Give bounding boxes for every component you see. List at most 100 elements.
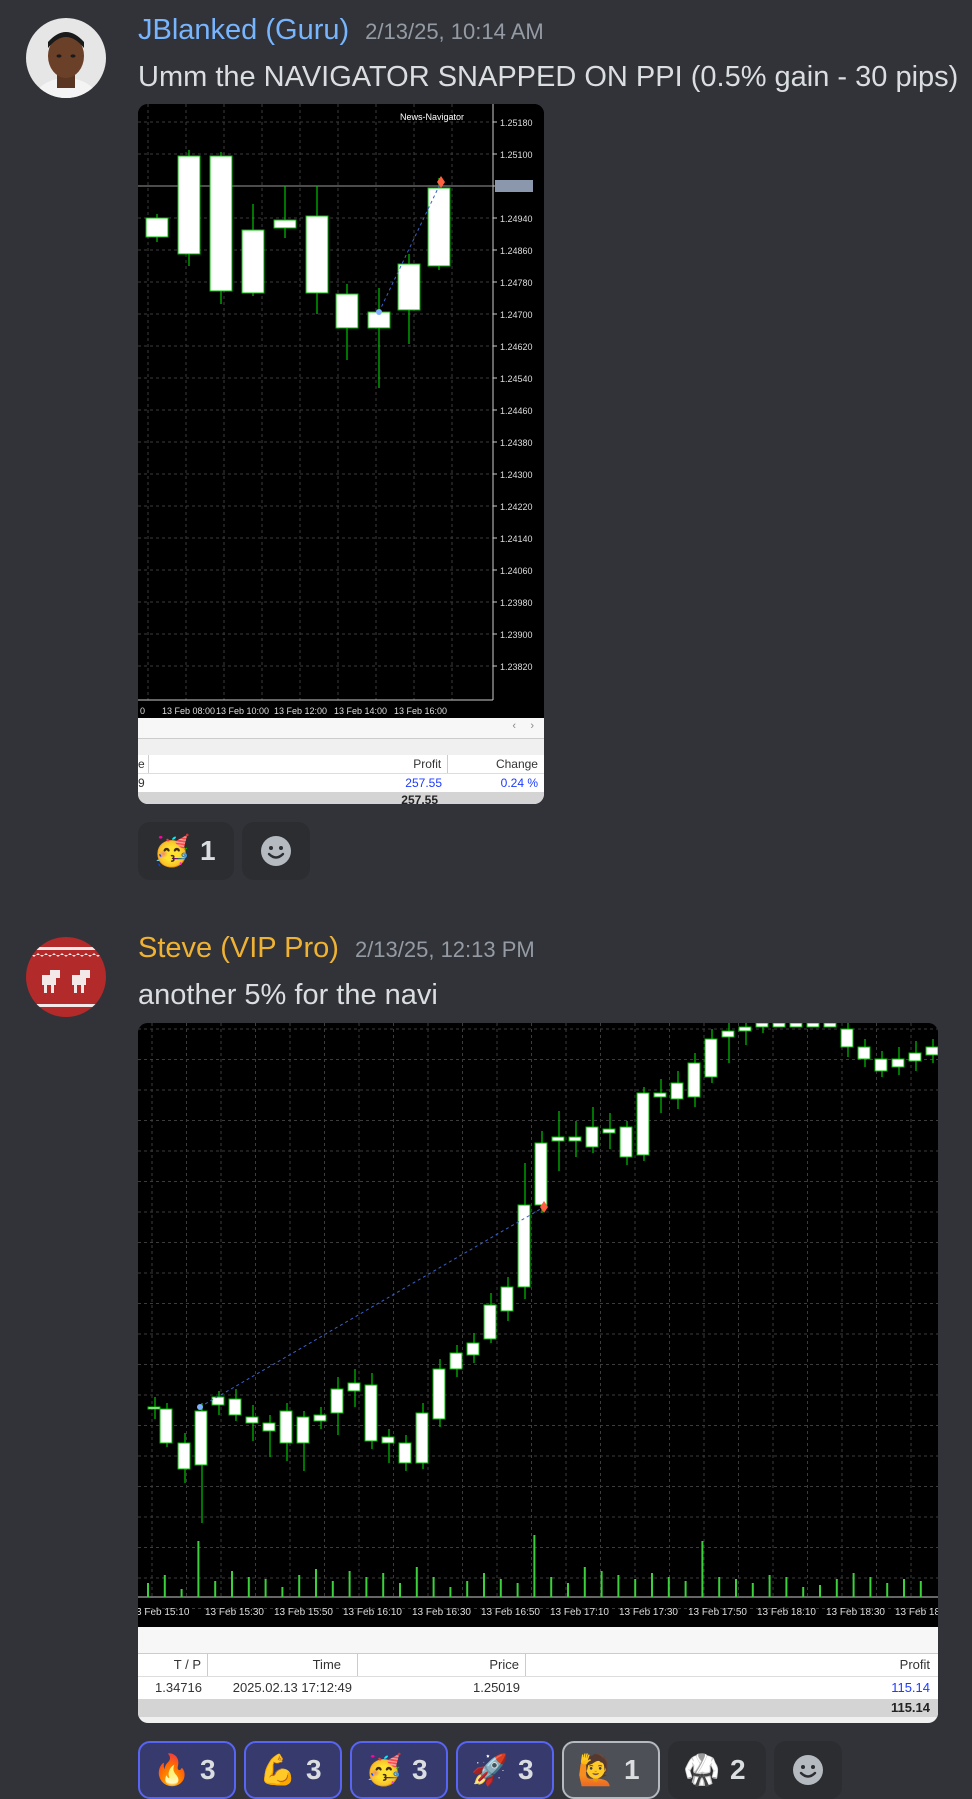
table-header: T / P Time Price Profit: [138, 1654, 938, 1677]
reaction-custom-person[interactable]: 🙋 1: [562, 1741, 660, 1799]
add-reaction-button[interactable]: [242, 822, 310, 880]
candle-body: [449, 1352, 463, 1370]
table-row[interactable]: 1.34716 2025.02.13 17:12:49 1.25019 115.…: [138, 1677, 938, 1699]
column-header: Time: [208, 1654, 358, 1676]
candle-body: [704, 1038, 718, 1078]
column-header: Change: [495, 757, 538, 771]
time-tick-label: 13 Feb 18:10: [757, 1607, 816, 1618]
candle-body: [209, 155, 233, 292]
martial-arts-uniform-icon: 🥋: [683, 1753, 721, 1787]
candle-body: [147, 1406, 161, 1410]
candle-body: [806, 1023, 820, 1028]
time-tick-label: 13 Feb 17:50: [688, 1607, 747, 1618]
price-tick-label: 1.24300: [500, 470, 533, 480]
time-tick-label: 13 Feb 16:10: [343, 1607, 402, 1618]
candle-body: [517, 1204, 531, 1288]
reaction-count: 2: [730, 1754, 746, 1785]
reaction-martial-arts-uniform[interactable]: 🥋 2: [668, 1741, 766, 1799]
time-tick-label: 13 Feb 17:10: [550, 1607, 609, 1618]
candle-body: [415, 1412, 429, 1464]
candlestick-chart: 1.251801.251001.250111.249401.248601.247…: [138, 104, 544, 718]
avatar[interactable]: [26, 937, 106, 1017]
price-tick-label: 1.24460: [500, 406, 533, 416]
price-tick-label: 1.24860: [500, 246, 533, 256]
time-tick-label: 0: [140, 706, 145, 716]
table-header: e Profit Change: [138, 755, 544, 774]
reaction-partying-face[interactable]: 🥳 3: [350, 1741, 448, 1799]
partying-face-icon: 🥳: [365, 1753, 403, 1787]
price-tick-label: 1.24380: [500, 438, 533, 448]
image-attachment[interactable]: 3 Feb 15:10 13 Feb 15:30 13 Feb 15:50 13 Fe…: [138, 1023, 938, 1723]
reaction-count: 3: [306, 1754, 322, 1785]
smiley-icon: [793, 1755, 823, 1785]
candle-body: [241, 229, 265, 294]
scroll-right-icon[interactable]: ›: [530, 720, 534, 732]
candle-body: [313, 1414, 327, 1422]
reaction-count: 1: [624, 1754, 640, 1785]
candle-body: [857, 1046, 871, 1060]
price-axis-bg: [493, 104, 544, 702]
scroll-left-icon[interactable]: ‹: [512, 720, 516, 732]
price-tick-label: 1.25100: [500, 150, 533, 160]
person-emoji-icon: 🙋: [577, 1753, 615, 1787]
time-tick-label: 13 Feb 15:50: [274, 1607, 333, 1618]
candle-body: [330, 1388, 344, 1414]
price-tick-label: 1.24060: [500, 566, 533, 576]
candle-body: [159, 1408, 173, 1444]
timestamp: 2/13/25, 12:13 PM: [354, 937, 535, 962]
candle-body: [194, 1410, 208, 1466]
profit-cell: 257.55: [405, 776, 442, 790]
time-tick-label: 13 Feb 10:00: [216, 706, 269, 716]
column-header: e: [138, 755, 149, 773]
price-tick-label: 1.24140: [500, 534, 533, 544]
price-tick-label: 1.24620: [500, 342, 533, 352]
price-tick-label: 1.23820: [500, 662, 533, 672]
cell: 9: [138, 776, 145, 790]
reaction-rocket[interactable]: 🚀 3: [456, 1741, 554, 1799]
add-reaction-button[interactable]: [774, 1741, 842, 1799]
trade-panel: ‹ › e Profit Change 9 257.55 0.24 % 257.…: [138, 718, 544, 804]
total-profit: 257.55: [401, 793, 438, 804]
reaction-flexed-biceps[interactable]: 💪 3: [244, 1741, 342, 1799]
author-name[interactable]: JBlanked (Guru): [138, 14, 349, 47]
time-tick-label: 13 Feb 08:00: [162, 706, 215, 716]
candle-body: [398, 1442, 412, 1464]
candle-body: [381, 1436, 395, 1444]
price-tick-label: 1.24700: [500, 310, 533, 320]
time-tick-label: 13 Feb 16:00: [394, 706, 447, 716]
candle-body: [891, 1058, 905, 1068]
smiley-icon: [261, 836, 291, 866]
time-tick-label: 13 Feb 15:30: [205, 1607, 264, 1618]
candle-body: [551, 1136, 565, 1142]
partying-face-icon: 🥳: [153, 834, 191, 868]
price-tick-label: 1.23980: [500, 598, 533, 608]
avatar[interactable]: [26, 18, 106, 98]
price-tick-label: 1.24940: [500, 214, 533, 224]
image-attachment[interactable]: 1.251801.251001.250111.249401.248601.247…: [138, 104, 544, 804]
reaction-bar: 🥳 1: [138, 822, 310, 880]
column-header: Price: [358, 1654, 526, 1676]
candle-body: [245, 1416, 259, 1424]
reaction-count: 1: [200, 835, 216, 866]
time-tick-label: 13 Feb 14:00: [334, 706, 387, 716]
price-tick-label: 1.23900: [500, 630, 533, 640]
time-tick-label: 13 Feb 18:30: [826, 1607, 885, 1618]
candle-body: [908, 1052, 922, 1062]
indicator-label: News-Navigator: [400, 112, 464, 122]
candle-body: [874, 1058, 888, 1072]
entry-marker: [197, 1404, 203, 1410]
candle-body: [687, 1062, 701, 1098]
candle-body: [840, 1028, 854, 1048]
price-tick-label: 1.25180: [500, 118, 533, 128]
reaction-partying-face[interactable]: 🥳 1: [138, 822, 234, 880]
reaction-fire[interactable]: 🔥 3: [138, 1741, 236, 1799]
author-name[interactable]: Steve (VIP Pro): [138, 932, 339, 965]
time-tick-label: 13 Feb 12:00: [274, 706, 327, 716]
candle-body: [772, 1023, 786, 1028]
reaction-count: 3: [518, 1754, 534, 1785]
candle-body: [466, 1342, 480, 1356]
candle-body: [177, 155, 201, 255]
candle-body: [534, 1142, 548, 1206]
flexed-biceps-icon: 💪: [259, 1753, 297, 1787]
table-row[interactable]: 9 257.55 0.24 %: [138, 774, 544, 792]
